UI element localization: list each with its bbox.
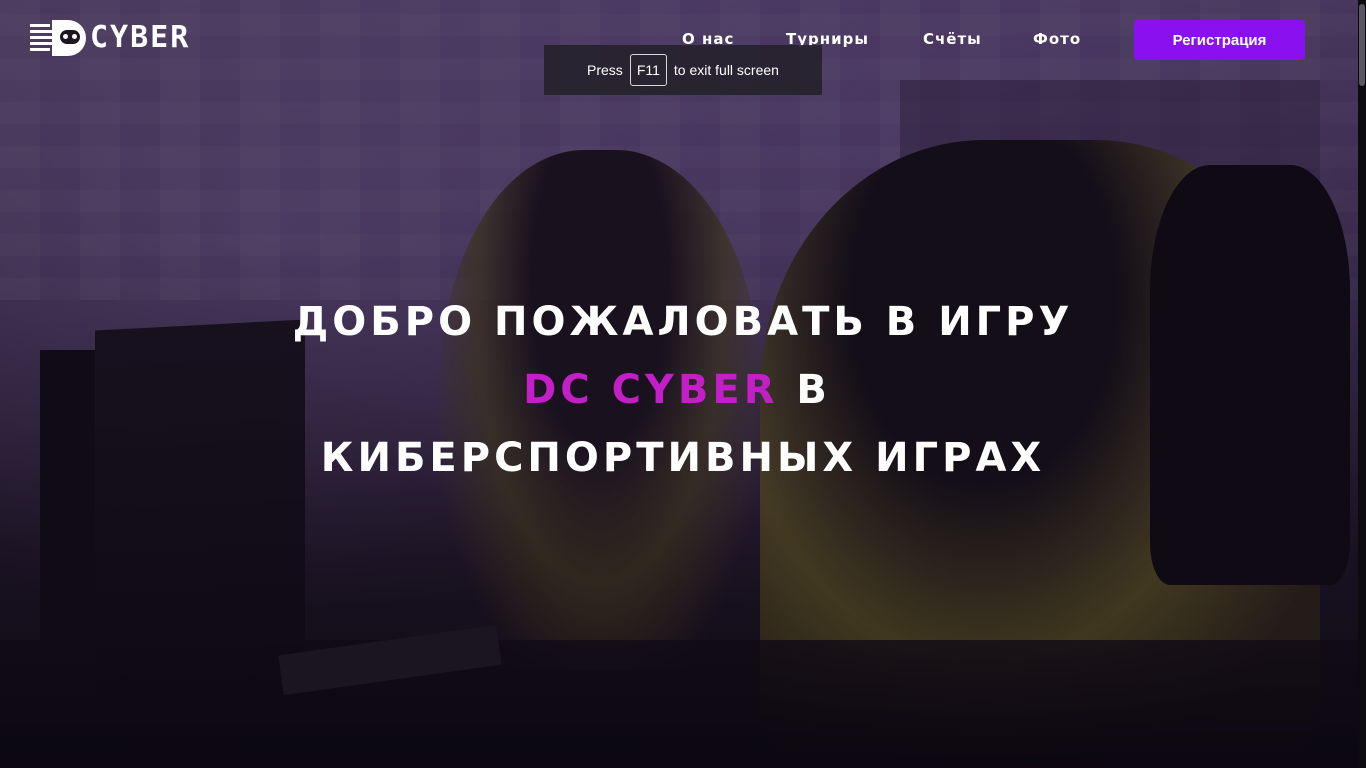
hero-line-2: DC CYBER В: [0, 356, 1360, 424]
site-logo[interactable]: CYBER: [30, 18, 190, 58]
hero-section: CYBER О нас Турниры Счёты Фото Регистрац…: [0, 0, 1366, 768]
fullscreen-key: F11: [629, 54, 667, 86]
scrollbar[interactable]: [1358, 0, 1366, 768]
scrollbar-thumb[interactable]: [1359, 4, 1365, 86]
fullscreen-notice-text: to exit full screen: [673, 62, 779, 78]
hero-brand: DC CYBER: [523, 367, 779, 413]
dc-logo-icon: [30, 18, 88, 58]
fullscreen-notice: Press F11 to exit full screen: [544, 45, 822, 95]
hero-line-2-rest: В: [778, 367, 831, 413]
fullscreen-notice-press: Press: [587, 62, 623, 78]
hero-line-3: КИБЕРСПОРТИВНЫХ ИГРАХ: [320, 435, 1046, 481]
nav-item-scores[interactable]: Счёты: [923, 28, 982, 50]
hero-line-1: ДОБРО ПОЖАЛОВАТЬ В ИГРУ: [292, 299, 1074, 345]
nav-item-photo[interactable]: Фото: [1033, 28, 1081, 50]
logo-text: CYBER: [90, 20, 191, 55]
hero-headline: ДОБРО ПОЖАЛОВАТЬ В ИГРУ DC CYBER В КИБЕР…: [0, 288, 1366, 492]
register-button[interactable]: Регистрация: [1134, 20, 1305, 60]
